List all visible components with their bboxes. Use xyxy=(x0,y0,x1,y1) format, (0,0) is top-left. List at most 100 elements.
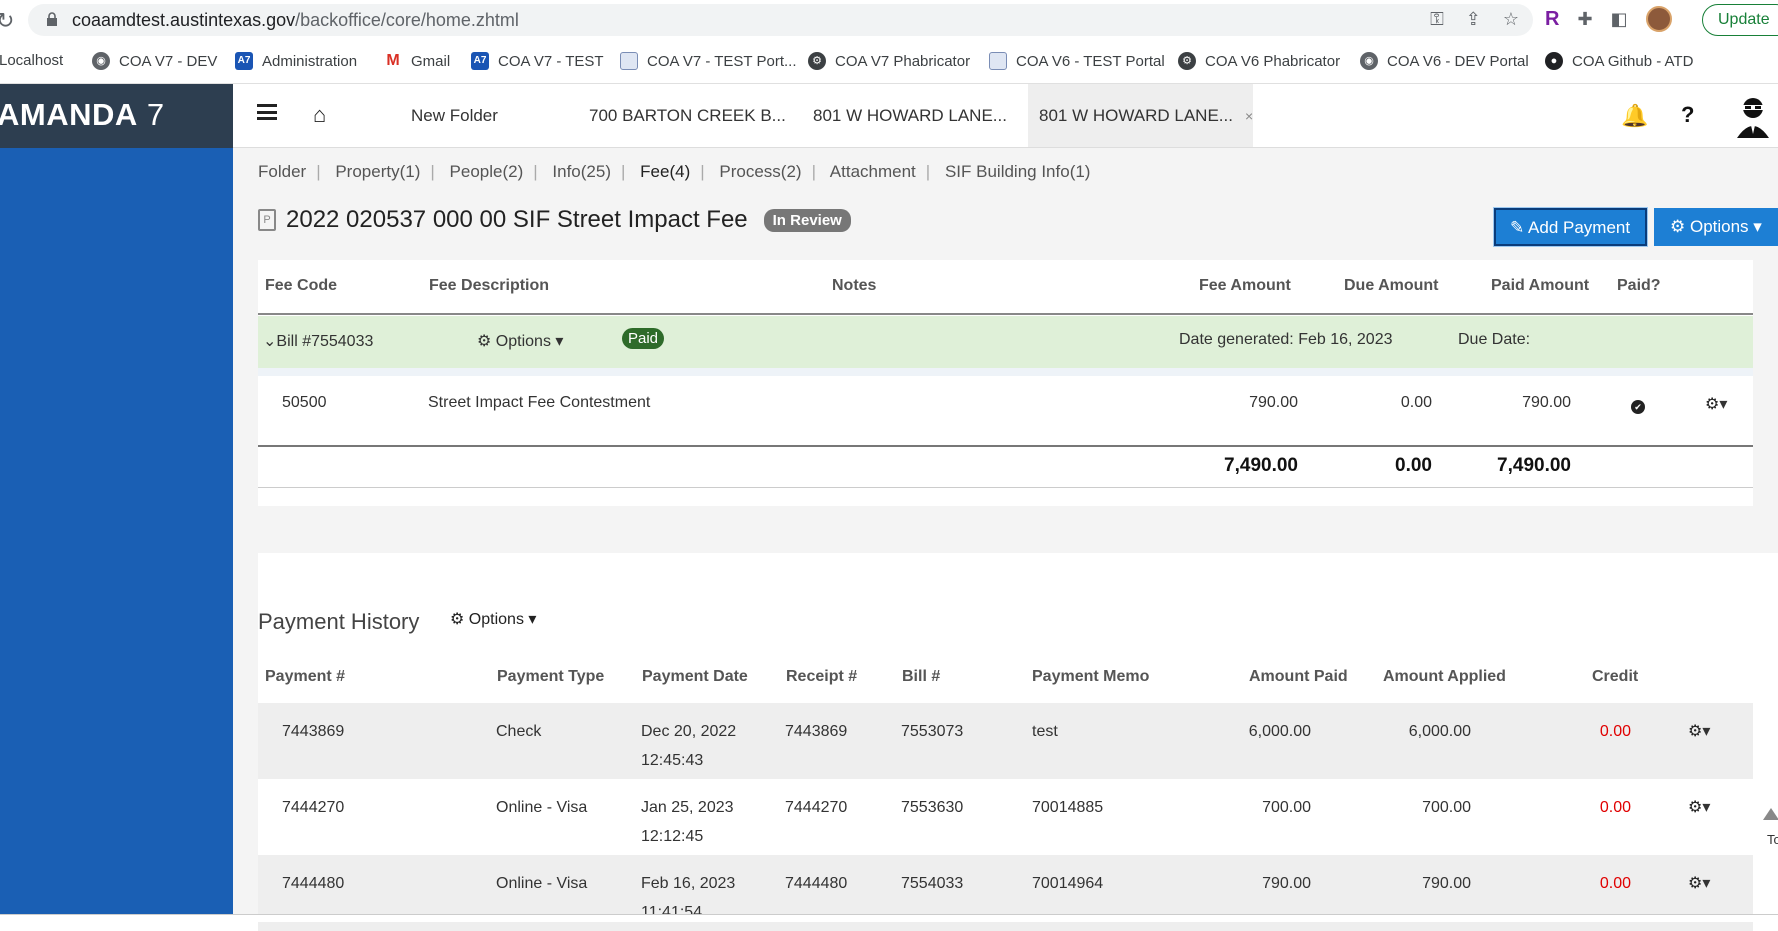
bookmark-gmail[interactable]: M Gmail xyxy=(384,52,450,70)
row-actions[interactable]: ⚙▾ xyxy=(1688,717,1710,746)
puzzle-icon[interactable]: ✚ xyxy=(1577,9,1592,30)
payment-history-options-button[interactable]: ⚙ Options ▾ xyxy=(450,609,536,629)
header-amount-applied[interactable]: Amount Applied xyxy=(1383,668,1506,686)
tab-howard-lane-1[interactable]: 801 W HOWARD LANE... xyxy=(813,84,1007,147)
share-icon[interactable]: ⇪ xyxy=(1466,9,1481,30)
bookmark-coa-v7-test[interactable]: A7 COA V7 - TEST xyxy=(471,52,604,70)
payment-row[interactable]: 7443869 Check Dec 20, 2022 12:45:43 74438… xyxy=(258,703,1753,779)
extension-r-icon[interactable]: R xyxy=(1545,8,1559,31)
close-icon[interactable]: × xyxy=(1245,108,1253,124)
header-receipt-no[interactable]: Receipt # xyxy=(786,668,857,686)
header-paid-amount[interactable]: Paid Amount xyxy=(1491,277,1589,295)
scroll-to-top-label[interactable]: To xyxy=(1767,832,1778,847)
total-paid-amount: 7,490.00 xyxy=(1497,455,1571,476)
bill-options-label: Options xyxy=(495,333,551,350)
payment-no: 7443869 xyxy=(282,723,345,740)
help-icon[interactable]: ? xyxy=(1681,102,1694,128)
header-credit[interactable]: Credit xyxy=(1592,668,1638,686)
caret-down-icon: ▾ xyxy=(523,611,537,628)
side-panel-icon[interactable]: ◧ xyxy=(1611,9,1628,30)
amount-paid: 790.00 xyxy=(1262,875,1311,892)
home-icon[interactable]: ⌂ xyxy=(313,102,326,128)
options-button[interactable]: ⚙ Options ▾ xyxy=(1654,208,1778,246)
bookmark-localhost[interactable]: Localhost xyxy=(0,52,63,69)
bookmark-coa-github-atd[interactable]: ● COA Github - ATD xyxy=(1545,52,1693,70)
bookmark-coa-v7-phabricator[interactable]: ⚙ COA V7 Phabricator xyxy=(808,52,970,70)
bookmark-label: COA V6 - DEV Portal xyxy=(1387,52,1529,70)
header-payment-no[interactable]: Payment # xyxy=(265,668,345,686)
bookmark-coa-v7-test-portal[interactable]: COA V7 - TEST Port... xyxy=(620,52,797,70)
bookmark-coa-v6-phabricator[interactable]: ⚙ COA V6 Phabricator xyxy=(1178,52,1340,70)
subnav-process[interactable]: Process(2) xyxy=(719,162,801,181)
bill-toggle[interactable]: ⌄Bill #7554033 xyxy=(263,331,373,351)
gear-icon: ⚙ xyxy=(450,611,469,628)
header-payment-date[interactable]: Payment Date xyxy=(642,668,748,686)
row-actions[interactable]: ⚙▾ xyxy=(1688,869,1710,898)
header-fee-amount[interactable]: Fee Amount xyxy=(1199,277,1291,295)
payment-no: 7444480 xyxy=(282,875,345,892)
totals-divider xyxy=(258,445,1753,447)
subnav-sif-building-info[interactable]: SIF Building Info(1) xyxy=(945,162,1091,181)
header-notes[interactable]: Notes xyxy=(832,277,876,295)
star-icon[interactable]: ☆ xyxy=(1503,9,1519,30)
profile-avatar[interactable] xyxy=(1645,6,1672,32)
bookmark-coa-v6-dev-portal[interactable]: ◉ COA V6 - DEV Portal xyxy=(1360,52,1529,70)
chevron-down-icon: ⌄ xyxy=(263,333,277,350)
bookmark-coa-v6-test-portal[interactable]: COA V6 - TEST Portal xyxy=(989,52,1165,70)
subnav-fee[interactable]: Fee(4) xyxy=(640,162,690,181)
header-fee-description[interactable]: Fee Description xyxy=(429,277,549,295)
add-payment-label: Add Payment xyxy=(1528,218,1631,237)
update-button[interactable]: Update xyxy=(1702,4,1778,36)
row-actions[interactable]: ⚙▾ xyxy=(1705,394,1727,414)
payment-no: 7444270 xyxy=(282,799,345,816)
globe-icon: ◉ xyxy=(92,52,110,70)
key-icon[interactable]: ⚿ xyxy=(1430,9,1444,30)
header-payment-memo[interactable]: Payment Memo xyxy=(1032,668,1149,686)
bookmark-coa-v7-dev[interactable]: ◉ COA V7 - DEV xyxy=(92,52,217,70)
add-payment-button[interactable]: ✎ Add Payment xyxy=(1493,207,1648,247)
bookmarks-bar: Localhost ◉ COA V7 - DEV A7 Administration… xyxy=(0,40,1778,84)
tab-new-folder[interactable]: New Folder xyxy=(411,84,498,147)
header-paid[interactable]: Paid? xyxy=(1617,277,1661,295)
paid-check-icon: ✔ xyxy=(1631,400,1645,414)
gear-icon: ⚙ xyxy=(1688,875,1703,892)
user-avatar-icon[interactable] xyxy=(1733,94,1773,138)
payment-history-panel: Payment History ⚙ Options ▾ Payment # Pa… xyxy=(258,553,1778,931)
tab-label: 700 BARTON CREEK B... xyxy=(589,106,786,125)
menu-icon[interactable] xyxy=(257,104,277,120)
tab-howard-lane-2[interactable]: 801 W HOWARD LANE... × xyxy=(1028,84,1253,147)
subnav-folder[interactable]: Folder xyxy=(258,162,306,181)
subnav-property[interactable]: Property(1) xyxy=(335,162,420,181)
subnav-info[interactable]: Info(25) xyxy=(552,162,611,181)
header-amount-paid[interactable]: Amount Paid xyxy=(1249,668,1348,686)
tab-label: New Folder xyxy=(411,106,498,125)
bookmark-label: COA V7 - TEST xyxy=(498,52,604,70)
credit: 0.00 xyxy=(1599,799,1631,816)
reload-icon[interactable]: ↻ xyxy=(0,8,14,34)
app-topbar: ⌂ New Folder 700 BARTON CREEK B... 801 W… xyxy=(233,84,1778,148)
bookmark-administration[interactable]: A7 Administration xyxy=(235,52,357,70)
brand-logo[interactable]: AMANDA 7 xyxy=(0,84,233,148)
scroll-to-top-icon[interactable] xyxy=(1763,808,1778,820)
url-omnibox[interactable]: coaamdtest.austintexas.gov/backoffice/co… xyxy=(28,4,1533,36)
bookmark-label: COA V6 Phabricator xyxy=(1205,52,1341,70)
payment-date-day: Jan 25, 2023 xyxy=(641,799,734,816)
edit-icon: ✎ xyxy=(1510,218,1529,237)
header-due-amount[interactable]: Due Amount xyxy=(1344,277,1439,295)
payment-history-options-label: Options xyxy=(468,611,524,628)
bell-icon[interactable]: 🔔 xyxy=(1621,103,1648,129)
payment-row[interactable]: 7444270 Online - Visa Jan 25, 2023 12:12:… xyxy=(258,779,1753,855)
header-bill-no[interactable]: Bill # xyxy=(902,668,940,686)
subnav-attachment[interactable]: Attachment xyxy=(830,162,916,181)
header-fee-code[interactable]: Fee Code xyxy=(265,277,337,295)
tab-label: 801 W HOWARD LANE... xyxy=(1039,106,1233,125)
header-payment-type[interactable]: Payment Type xyxy=(497,668,604,686)
url-text[interactable]: coaamdtest.austintexas.gov/backoffice/co… xyxy=(72,10,519,31)
a7-icon: A7 xyxy=(235,52,253,70)
bill-row[interactable]: ⌄Bill #7554033 ⚙ Options ▾ Paid Date gen… xyxy=(258,316,1753,368)
row-actions[interactable]: ⚙▾ xyxy=(1688,793,1710,822)
bill-options-button[interactable]: ⚙ Options ▾ xyxy=(477,331,563,351)
subnav-people[interactable]: People(2) xyxy=(450,162,524,181)
tab-barton-creek[interactable]: 700 BARTON CREEK B... xyxy=(589,84,786,147)
bill-paid-badge: Paid xyxy=(622,328,665,349)
